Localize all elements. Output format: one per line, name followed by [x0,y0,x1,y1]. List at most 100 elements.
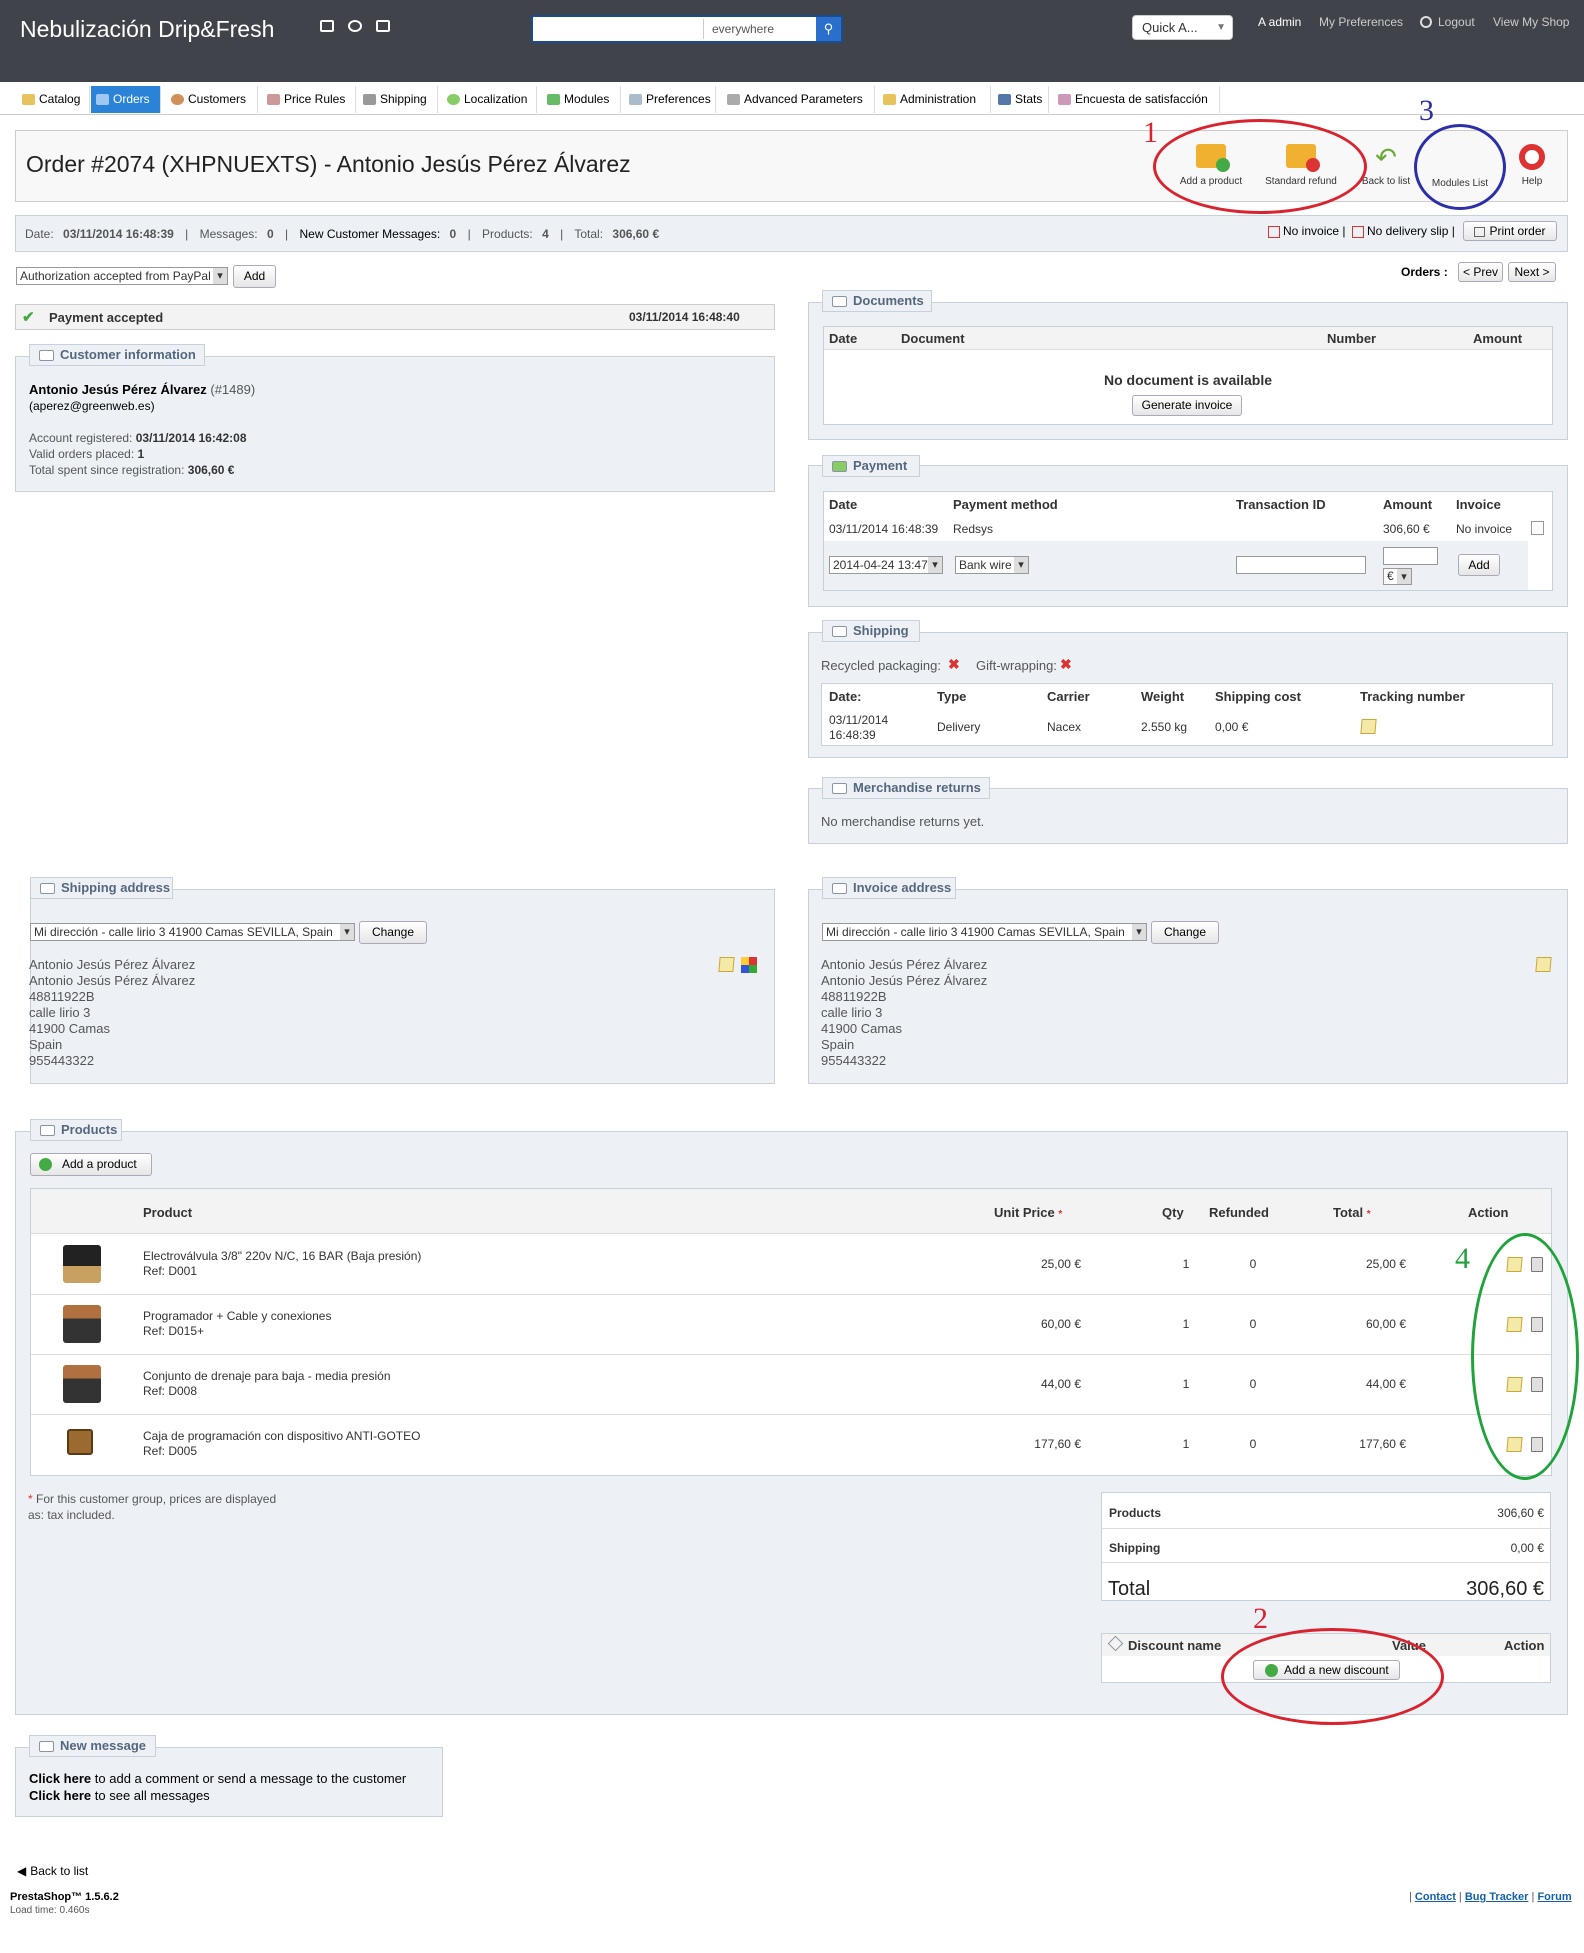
next-order-button[interactable]: Next > [1508,262,1556,282]
edit-address-icon[interactable] [1535,957,1552,972]
status-add-button[interactable]: Add [233,265,276,288]
contact-link[interactable]: Contact [1415,1891,1456,1903]
add-product-button[interactable]: Add a product [30,1153,152,1176]
row-divider [1102,1528,1550,1529]
no-delivery-icon [1352,225,1364,238]
tax-note-text: For this customer group, prices are disp… [36,1492,277,1506]
print-order-button[interactable]: Print order [1463,221,1557,241]
legend-text: Invoice address [853,880,952,895]
annotation-1: 1 [1143,116,1158,149]
message-icon[interactable] [376,20,390,32]
add-comment-link[interactable]: Click here [29,1771,91,1786]
tab-localization[interactable]: Localization [442,86,537,113]
product-name[interactable]: Programador + Cable y conexiones [143,1309,331,1323]
cart-icon[interactable] [320,20,334,32]
tab-price-rules[interactable]: Price Rules [262,86,356,113]
documents-header-amount: Amount [1473,331,1523,346]
product-qty: 1 [1182,1377,1190,1391]
payment-add-button[interactable]: Add [1458,554,1500,576]
products-table-header [31,1189,1551,1234]
envelope-icon [39,1741,54,1752]
view-shop-link[interactable]: View My Shop [1493,15,1569,29]
tab-catalog[interactable]: Catalog [17,86,90,113]
help-toolbar-button[interactable]: Help [1512,140,1552,192]
customer-name-line: Antonio Jesús Pérez Álvarez (#1489) [29,382,255,397]
customer-icon[interactable] [348,20,362,32]
transaction-id-input[interactable] [1236,556,1366,574]
invoice-address-legend: Invoice address [822,877,956,899]
currency-select[interactable]: € [1383,568,1412,585]
product-name[interactable]: Electroválvula 3/8" 220v N/C, 16 BAR (Ba… [143,1249,421,1263]
required-marker: * [1058,1209,1063,1220]
tax-note-line-1: * For this customer group, prices are di… [28,1492,276,1506]
shipping-address-select[interactable]: Mi dirección - calle lirio 3 41900 Camas… [30,923,355,941]
google-maps-icon[interactable] [741,957,757,973]
tab-label: Modules [564,92,610,106]
legend-text: Shipping [853,623,909,638]
customer-name-link[interactable]: Antonio Jesús Pérez Álvarez [29,382,207,397]
footer-links: | Contact | Bug Tracker | Forum [1409,1891,1572,1903]
order-status-select[interactable]: Authorization accepted from PayPal [16,267,228,285]
edit-tracking-icon[interactable] [1360,719,1377,734]
totals-products-label: Products [1109,1506,1162,1520]
tab-modules[interactable]: Modules [542,86,621,113]
customer-email[interactable]: (aperez@greenweb.es) [29,399,155,413]
logout-link[interactable]: Logout [1438,15,1475,29]
annotation-2: 2 [1253,1602,1268,1635]
search-icon: ⚲ [823,21,834,36]
search-input[interactable] [533,17,703,41]
address-line: Antonio Jesús Pérez Álvarez [29,957,196,972]
totals-shipping-label: Shipping [1109,1541,1161,1555]
table-row: Programador + Cable y conexiones Ref: D0… [31,1295,1551,1354]
tab-preferences[interactable]: Preferences [624,86,716,113]
tab-administration[interactable]: Administration [878,86,991,113]
no-invoice-text: No invoice [1283,224,1340,238]
shipping-address-change-button[interactable]: Change [359,921,427,944]
payment-date-input[interactable]: 2014-04-24 13:47:5 [829,556,943,574]
magnifier-icon[interactable] [1531,521,1544,535]
payment-amount-input[interactable] [1383,547,1438,565]
bug-tracker-link[interactable]: Bug Tracker [1465,1891,1529,1903]
products-header-refunded: Refunded [1209,1205,1269,1220]
tab-stats[interactable]: Stats [993,86,1049,113]
shipping-header-cost: Shipping cost [1215,689,1301,704]
invoice-address-change-button[interactable]: Change [1151,921,1219,944]
documents-header-date: Date [829,331,858,346]
search-button[interactable]: ⚲ [816,17,841,41]
legend-text: Shipping address [61,880,171,895]
tab-advanced-parameters[interactable]: Advanced Parameters [722,86,875,113]
document-icon [832,296,847,307]
footer-back-to-list[interactable]: ◀ Back to list [17,1864,88,1878]
price-tag-icon [267,94,280,105]
shop-name[interactable]: Nebulización Drip&Fresh [20,16,274,43]
money-icon [832,461,847,472]
user-link[interactable]: A admin [1258,15,1301,29]
my-preferences-link[interactable]: My Preferences [1319,15,1403,29]
generate-invoice-button[interactable]: Generate invoice [1132,395,1242,416]
add-icon [39,1158,52,1171]
prev-order-button[interactable]: < Prev [1458,262,1503,282]
products-header-action: Action [1468,1205,1509,1220]
invoice-icon [832,883,847,894]
valid-orders-value: 1 [137,447,145,461]
tab-customers[interactable]: Customers [166,86,258,113]
quick-access-select[interactable]: Quick A... ▼ [1132,15,1233,40]
summary-line: Date: 03/11/2014 16:48:39 | Messages: 0 … [25,227,660,241]
forum-link[interactable]: Forum [1537,1891,1571,1903]
search-scope-select[interactable]: everywhere [703,19,811,39]
tab-encuesta[interactable]: Encuesta de satisfacción [1053,86,1220,113]
product-total: 177,60 € [1359,1437,1406,1451]
tab-shipping[interactable]: Shipping [358,86,438,113]
product-name[interactable]: Caja de programación con dispositivo ANT… [143,1429,420,1443]
see-messages-link[interactable]: Click here [29,1788,91,1803]
product-name[interactable]: Conjunto de drenaje para baja - media pr… [143,1369,391,1383]
required-marker: * [1366,1209,1371,1220]
valid-orders-label: Valid orders placed: [29,447,135,461]
edit-address-icon[interactable] [718,957,735,972]
summary-date: 03/11/2014 16:48:39 [63,227,174,241]
orders-icon [96,94,109,105]
toolbar-label: Help [1521,176,1543,187]
payment-method-select[interactable]: Bank wire [955,556,1029,574]
invoice-address-select[interactable]: Mi dirección - calle lirio 3 41900 Camas… [822,923,1147,941]
tab-orders[interactable]: Orders [91,86,161,113]
